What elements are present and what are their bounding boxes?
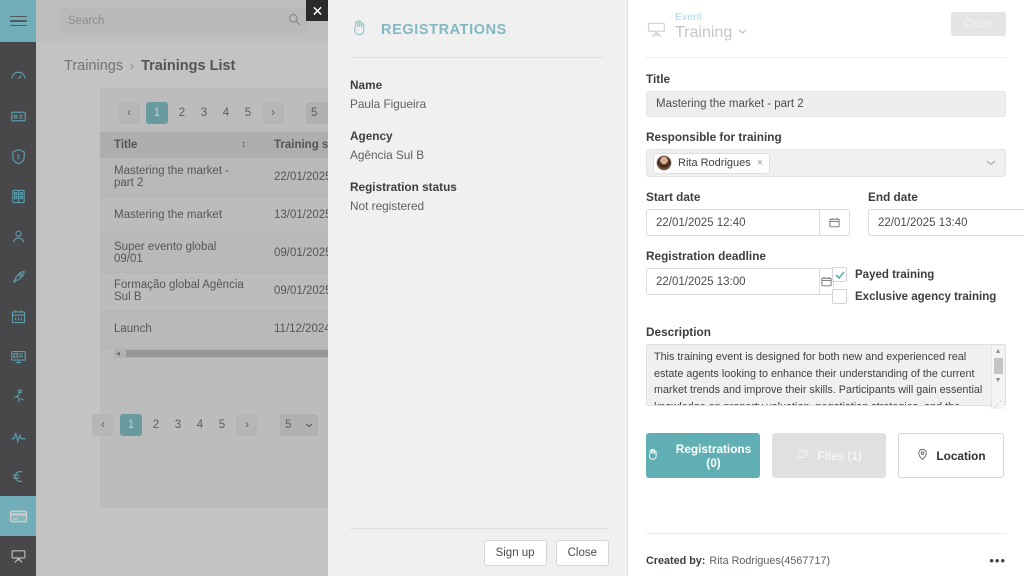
event-label: Event (675, 11, 702, 23)
description-field[interactable]: This training event is designed for both… (646, 344, 1006, 411)
detail-panel-body: Title Responsible for training Rita Rodr… (628, 58, 1024, 478)
end-date-field[interactable] (868, 209, 1024, 236)
deadline-group: Registration deadline (646, 249, 834, 295)
checkbox-label: Exclusive agency training (855, 290, 997, 303)
textarea-scrollbar[interactable]: ▲ ▼ ⋰ (991, 346, 1004, 409)
description-label: Description (646, 325, 711, 339)
files-icon (796, 447, 810, 464)
description-textarea[interactable]: This training event is designed for both… (646, 344, 1006, 406)
field-label: Agency (350, 129, 393, 143)
title-input[interactable] (646, 91, 1006, 117)
checkbox-label: Payed training (855, 268, 935, 281)
responsible-field-group: Responsible for training Rita Rodrigues … (646, 130, 1006, 177)
close-icon[interactable]: ✕ (306, 0, 329, 21)
deadline-and-checkboxes-row: Registration deadline Payed training (646, 249, 1006, 311)
easel-icon (646, 19, 667, 45)
deadline-field[interactable] (646, 268, 834, 295)
checkbox-exclusive-agency-training[interactable] (832, 289, 847, 304)
description-group: Description This training event is desig… (646, 325, 1006, 411)
registrations-panel-body: Name Paula Figueira Agency Agência Sul B… (328, 58, 627, 213)
title-field-group: Title (646, 72, 1006, 117)
action-buttons: Registrations (0) Files (1) Location (646, 433, 1006, 478)
field-name: Name Paula Figueira (350, 78, 605, 111)
start-date-group: Start date (646, 190, 850, 236)
hand-raised-icon (646, 447, 660, 464)
event-type-value: Training (675, 24, 747, 42)
chevron-down-icon[interactable] (986, 157, 996, 169)
checkbox-row-exclusive-agency-training[interactable]: Exclusive agency training (832, 289, 996, 304)
modal-backdrop[interactable] (0, 0, 328, 576)
responsible-chip[interactable]: Rita Rodrigues × (653, 152, 771, 174)
scrollbar-thumb[interactable] (993, 358, 1003, 374)
responsible-chip-name: Rita Rodrigues (678, 157, 751, 169)
end-date-group: End date (868, 190, 1024, 236)
scroll-down-icon[interactable]: ▼ (995, 377, 1002, 384)
files-button[interactable]: Files (1) (772, 433, 886, 478)
close-button[interactable]: Close (950, 12, 1006, 36)
end-date-input[interactable] (868, 209, 1024, 236)
detail-panel-footer: Created by: Rita Rodrigues(4567717) ••• (646, 553, 1006, 568)
more-options-icon[interactable]: ••• (989, 553, 1006, 568)
resize-handle-icon[interactable]: ⋰ (994, 400, 1002, 409)
field-agency: Agency Agência Sul B (350, 129, 605, 162)
location-button[interactable]: Location (898, 433, 1004, 478)
field-value: Not registered (350, 199, 425, 213)
divider (646, 533, 1006, 534)
start-date-label: Start date (646, 190, 701, 204)
field-label: Name (350, 78, 383, 92)
checkbox-payed-training[interactable] (832, 267, 847, 282)
registrations-panel-header: REGISTRATIONS (328, 0, 627, 42)
checkbox-row-payed-training[interactable]: Payed training (832, 267, 996, 282)
field-label: Registration status (350, 180, 457, 194)
avatar (656, 155, 672, 171)
deadline-label: Registration deadline (646, 249, 766, 263)
created-by-value: Rita Rodrigues(4567717) (709, 554, 831, 567)
field-value: Agência Sul B (350, 148, 425, 162)
close-button[interactable]: Close (555, 539, 609, 566)
deadline-input[interactable] (646, 268, 819, 295)
title-field-label: Title (646, 72, 671, 86)
end-date-label: End date (868, 190, 918, 204)
responsible-field-label: Responsible for training (646, 130, 782, 144)
registrations-panel-title: REGISTRATIONS (381, 22, 507, 38)
scroll-up-icon[interactable]: ▲ (995, 348, 1002, 355)
location-button-label: Location (936, 448, 986, 463)
field-registration-status: Registration status Not registered (350, 180, 605, 213)
responsible-multiselect[interactable]: Rita Rodrigues × (646, 149, 1006, 177)
calendar-icon[interactable] (819, 209, 850, 236)
sign-up-button[interactable]: Sign up (483, 539, 547, 566)
training-detail-panel: Event Training Close Title Responsible f… (628, 0, 1024, 576)
event-type-block[interactable]: Event Training (675, 11, 747, 42)
registrations-button-label: Registrations (0) (675, 441, 752, 470)
hand-raised-icon (350, 18, 369, 42)
date-row: Start date End date (646, 190, 1024, 236)
checkbox-group: Payed training Exclusive agency training (832, 249, 996, 311)
registrations-panel-footer: Sign up Close (350, 528, 609, 576)
map-pin-icon (916, 448, 929, 464)
field-value: Paula Figueira (350, 97, 427, 111)
detail-panel-header: Event Training Close (628, 0, 1024, 45)
registrations-button[interactable]: Registrations (0) (646, 433, 760, 478)
registrations-panel: REGISTRATIONS Name Paula Figueira Agency… (328, 0, 628, 576)
start-date-input[interactable] (646, 209, 819, 236)
chevron-down-icon[interactable] (738, 27, 747, 38)
created-by-label: Created by: (646, 554, 706, 567)
start-date-field[interactable] (646, 209, 850, 236)
remove-chip-icon[interactable]: × (757, 157, 763, 169)
files-button-label: Files (1) (817, 448, 862, 463)
